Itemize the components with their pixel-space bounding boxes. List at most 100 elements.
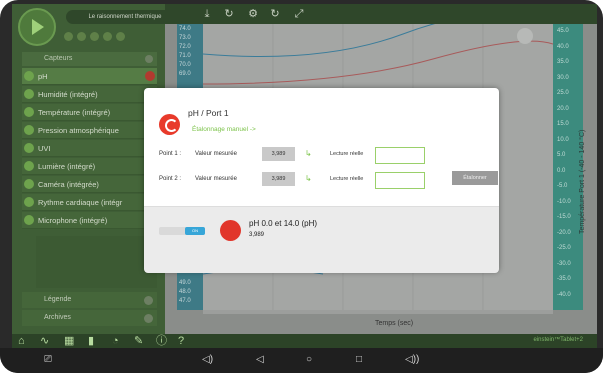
sensor-settings-panel	[36, 236, 157, 288]
left-axis-tick: 72.0	[179, 44, 191, 50]
home-nav-icon[interactable]: ○	[306, 354, 312, 366]
sidebar-item-label: Humidité (intégré)	[38, 90, 98, 99]
share-icon[interactable]: ⤢	[293, 8, 305, 20]
settings-row[interactable]	[36, 253, 157, 270]
sidebar-item-ph[interactable]: pH	[22, 68, 157, 85]
sensor-range: pH 0.0 et 14.0 (pH)	[249, 219, 318, 228]
right-axis-tick: -20.0	[557, 229, 571, 236]
right-axis-tick: -5.0	[557, 183, 568, 189]
tool-dot-icon[interactable]	[103, 32, 112, 41]
real-reading-input[interactable]	[375, 172, 425, 189]
right-axis-tick: 5.0	[557, 152, 566, 158]
recents-icon[interactable]: □	[356, 354, 362, 366]
right-axis-tick: -25.0	[557, 245, 571, 251]
sidebar-item-label: Caméra (intégrée)	[38, 180, 99, 189]
refresh-icon[interactable]: ↻	[223, 8, 235, 20]
tool-dot-icon[interactable]	[90, 32, 99, 41]
measured-value: 3,989	[262, 172, 295, 186]
right-axis-tick: -30.0	[557, 260, 571, 267]
sidebar-item-light[interactable]: Lumière (intégré)	[22, 158, 157, 175]
settings-row[interactable]	[36, 270, 157, 287]
sensors-header[interactable]: Capteurs	[22, 52, 157, 66]
left-axis-tick: 70.0	[179, 62, 191, 68]
capture-icon[interactable]: ↳	[305, 174, 314, 183]
help-icon[interactable]: ?	[178, 335, 184, 347]
left-axis-tick: 48.0	[179, 289, 191, 295]
x-axis-label: Temps (sec)	[375, 320, 414, 327]
sensor-toggle[interactable]: ON	[159, 227, 205, 235]
right-axis-tick: 35.0	[557, 59, 569, 65]
sidebar-item-temperature[interactable]: Température (intégré)	[22, 104, 157, 121]
tool-dot-icon[interactable]	[116, 32, 125, 41]
left-axis-tick: 74.0	[179, 26, 191, 32]
app-screen: Le raisonnement thermique Capteurs pH Hu…	[12, 4, 597, 348]
legend-toggle-icon[interactable]	[144, 296, 153, 305]
measured-label: Valeur mesurée	[195, 176, 237, 182]
sidebar-item-label: pH	[38, 72, 48, 81]
right-axis-tick: 10.0	[557, 136, 569, 143]
calibrate-button[interactable]: Étalonner	[452, 171, 498, 185]
screenshot-icon[interactable]: ⎚	[44, 354, 52, 366]
sidebar-item-microphone[interactable]: Microphone (intégré)	[22, 212, 157, 229]
sensor-dot-icon	[24, 179, 34, 189]
sidebar: Le raisonnement thermique Capteurs pH Hu…	[12, 4, 184, 334]
point-label: Point 1 :	[159, 151, 182, 157]
sidebar-item-uvi[interactable]: UVI	[22, 140, 157, 157]
dialog-footer: ON pH 0.0 et 14.0 (pH) 3,989	[144, 206, 499, 273]
settings-icon[interactable]: ⚙	[247, 8, 259, 20]
bar-chart-icon[interactable]: ▮	[88, 335, 94, 347]
right-axis-tick: 30.0	[557, 74, 569, 81]
point-label: Point 2 :	[159, 176, 182, 182]
left-axis-tick: 71.0	[179, 53, 191, 59]
left-axis-tick: 47.0	[179, 298, 191, 304]
sidebar-item-label: Pression atmosphérique	[38, 126, 119, 135]
real-reading-input[interactable]	[375, 147, 425, 164]
sensor-dot-icon	[24, 71, 34, 81]
right-axis-tick: 15.0	[557, 121, 569, 127]
home-icon[interactable]: ⌂	[18, 335, 25, 347]
sidebar-tool-dots	[64, 32, 125, 41]
download-icon[interactable]: ⤓	[201, 8, 213, 20]
archives-button[interactable]: Archives	[22, 310, 157, 326]
tool-dot-icon[interactable]	[77, 32, 86, 41]
sensor-color-icon[interactable]	[220, 220, 241, 241]
measured-value: 3,989	[262, 147, 295, 161]
close-icon[interactable]	[145, 55, 153, 63]
zoom-icon[interactable]	[517, 28, 533, 44]
sidebar-item-pressure[interactable]: Pression atmosphérique	[22, 122, 157, 139]
calibration-point-row: Point 2 : Valeur mesurée 3,989 ↳ Lecture…	[159, 171, 499, 189]
sensor-dot-icon	[24, 161, 34, 171]
volume-down-icon[interactable]: ◁)	[202, 354, 213, 366]
export-icon[interactable]: ↻	[269, 8, 281, 20]
x-axis-strip	[203, 310, 553, 314]
capture-icon[interactable]: ↳	[305, 149, 314, 158]
android-nav-bar: ⎚ ◁) ◁ ○ □ ◁))	[0, 348, 603, 373]
sensor-dot-icon	[24, 143, 34, 153]
sidebar-item-camera[interactable]: Caméra (intégrée)	[22, 176, 157, 193]
info-icon[interactable]: ⓘ	[156, 335, 167, 347]
sidebar-item-heart-rate[interactable]: Rythme cardiaque (intégr	[22, 194, 157, 211]
sensor-dot-icon	[24, 215, 34, 225]
legend-label: Légende	[44, 296, 72, 303]
tool-dot-icon[interactable]	[64, 32, 73, 41]
manual-calibration-link[interactable]: Étalonnage manuel ->	[192, 126, 256, 133]
sidebar-item-label: Rythme cardiaque (intégr	[38, 198, 123, 207]
sidebar-item-humidity[interactable]: Humidité (intégré)	[22, 86, 157, 103]
volume-up-icon[interactable]: ◁))	[405, 354, 419, 366]
legend-button[interactable]: Légende	[22, 292, 157, 308]
line-chart-icon[interactable]: ∿	[40, 335, 49, 347]
right-axis-tick: 25.0	[557, 90, 569, 96]
pen-icon[interactable]: ✎	[134, 335, 143, 347]
gauge-icon[interactable]: ◔	[112, 335, 119, 347]
ph-curve	[202, 40, 554, 85]
sensor-dot-icon	[24, 89, 34, 99]
temperature-curve	[202, 11, 554, 57]
back-icon[interactable]: ◁	[256, 354, 264, 366]
archives-toggle-icon[interactable]	[144, 314, 153, 323]
settings-row[interactable]	[36, 236, 157, 253]
right-axis-tick: -35.0	[557, 276, 571, 282]
play-button[interactable]	[18, 8, 56, 46]
sensor-dot-icon	[24, 107, 34, 117]
table-icon[interactable]: ▦	[64, 335, 74, 347]
real-reading-label: Lecture réelle	[330, 176, 364, 182]
